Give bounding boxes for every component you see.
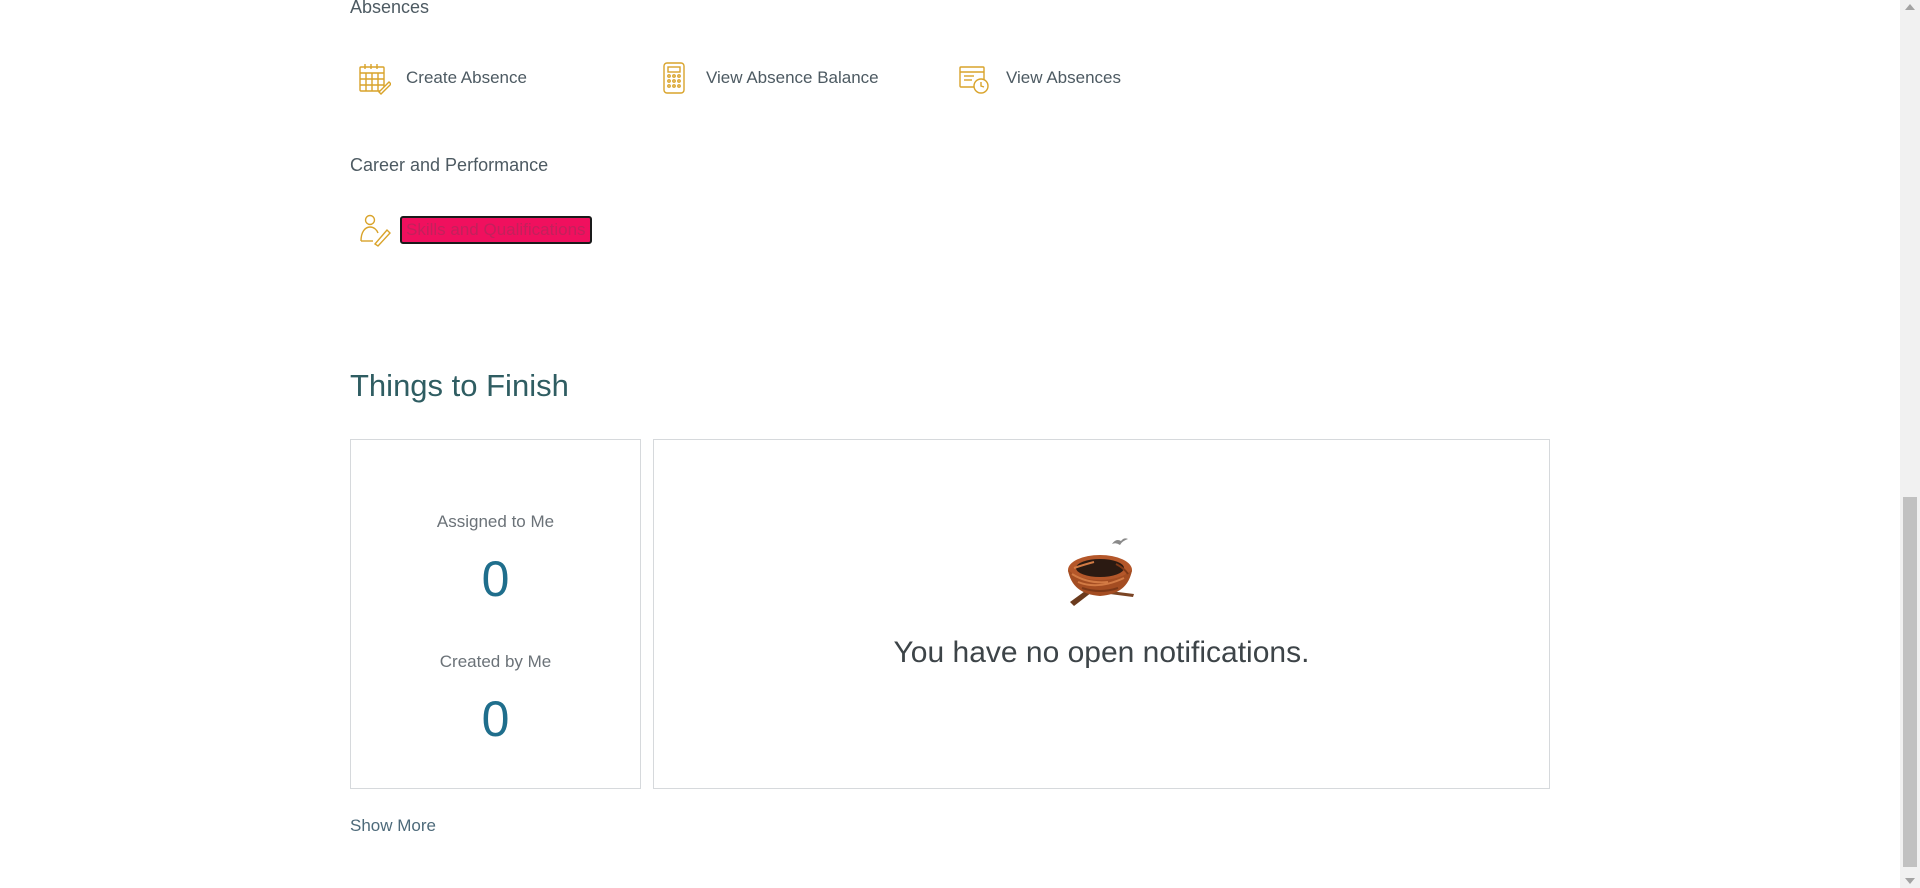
skills-and-qualifications-link[interactable]: Skills and Qualifications [356, 210, 592, 250]
view-absences-label: View Absences [1006, 68, 1121, 87]
page: Absences Create Absence View Absence Bal… [0, 0, 1920, 888]
bird-nest-icon [1058, 534, 1142, 614]
things-to-finish-heading: Things to Finish [350, 368, 569, 403]
no-notifications-message: You have no open notifications. [893, 636, 1310, 669]
calendar-edit-icon [356, 60, 392, 96]
person-pencil-icon [356, 212, 392, 248]
section-title-absences: Absences [350, 0, 430, 17]
scrollbar-thumb[interactable] [1903, 497, 1917, 867]
task-counts-card: Assigned to Me 0 Created by Me 0 [350, 439, 641, 789]
view-absences-link[interactable]: View Absences [956, 58, 1121, 98]
assigned-to-me-count[interactable]: 0 [351, 550, 640, 608]
section-title-career: Career and Performance [350, 155, 549, 175]
calculator-icon [656, 60, 692, 96]
skills-and-qualifications-label: Skills and Qualifications [400, 216, 592, 244]
create-absence-link[interactable]: Create Absence [356, 58, 527, 98]
create-absence-label: Create Absence [406, 68, 527, 87]
scroll-up-arrow-icon[interactable] [1905, 4, 1915, 10]
created-by-me-count[interactable]: 0 [351, 690, 640, 748]
assigned-to-me-label: Assigned to Me [436, 512, 555, 531]
created-by-me-label: Created by Me [439, 652, 552, 671]
show-more-link[interactable]: Show More [350, 816, 436, 836]
scroll-down-arrow-icon[interactable] [1905, 878, 1915, 884]
view-absence-balance-label: View Absence Balance [706, 68, 879, 87]
view-absence-balance-link[interactable]: View Absence Balance [656, 58, 879, 98]
vertical-scrollbar[interactable] [1900, 0, 1920, 888]
notifications-card: You have no open notifications. [653, 439, 1550, 789]
calendar-clock-icon [956, 60, 992, 96]
